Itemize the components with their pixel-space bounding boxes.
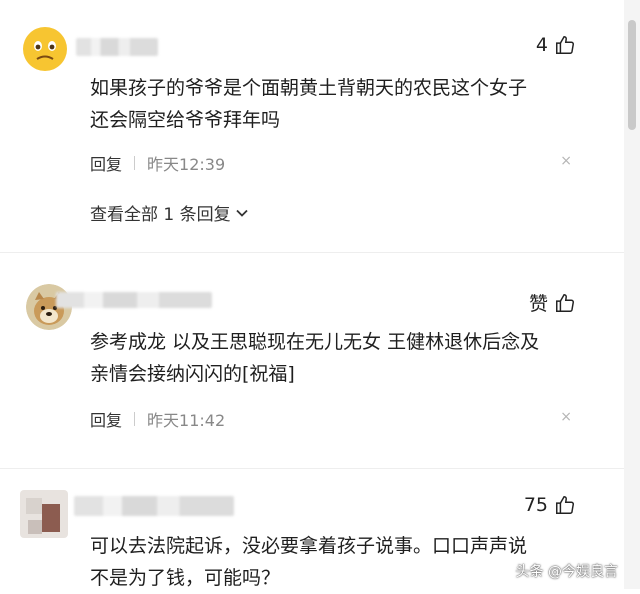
thumbs-up-icon [556, 496, 574, 514]
thumbs-up-icon [556, 293, 574, 312]
comment-text-line: 还会隔空给爷爷拜年吗 [90, 109, 281, 131]
divider [0, 252, 624, 253]
comment-text-line: 参考成龙 以及王思聪现在无儿无女 王健林退休后念及 [90, 331, 540, 353]
view-all-label: 查看全部 1 条回复 [90, 205, 231, 225]
comment-text: 如果孩子的爷爷是个面朝黄土背朝天的农民这个女子 还会隔空给爷爷拜年吗 [90, 72, 590, 136]
comment-text-line: 可以去法院起诉，没必要拿着孩子说事。口口声声说 [90, 535, 528, 557]
timestamp: 昨天12:39 [147, 155, 226, 174]
username-blurred[interactable] [74, 496, 234, 516]
username-blurred[interactable] [76, 38, 158, 56]
comment-item: 赞 参考成龙 以及王思聪现在无儿无女 王健林退休后念及 亲情会接纳闪闪的[祝福]… [0, 260, 640, 460]
avatar-blurred[interactable] [20, 490, 68, 538]
chevron-down-icon [235, 209, 248, 217]
username-blurred[interactable] [56, 292, 212, 308]
like-label: 赞 [528, 293, 548, 315]
comment-text-line: 如果孩子的爷爷是个面朝黄土背朝天的农民这个女子 [90, 77, 528, 99]
close-icon[interactable]: × [560, 153, 572, 169]
reply-button[interactable]: 回复 [90, 151, 122, 175]
timestamp: 昨天11:42 [147, 411, 226, 430]
comment-meta: 回复 昨天11:42 [90, 407, 225, 431]
divider [0, 468, 624, 469]
meta-divider [134, 156, 136, 170]
meta-divider [134, 412, 136, 426]
reply-button[interactable]: 回复 [90, 407, 122, 431]
like-count: 75 [523, 494, 548, 516]
avatar-emoji-face[interactable] [22, 26, 68, 72]
like-button[interactable]: 75 [524, 494, 576, 516]
comment-meta: 回复 昨天12:39 [90, 151, 225, 175]
view-all-replies-link[interactable]: 查看全部 1 条回复 [90, 200, 249, 225]
like-button[interactable]: 赞 [529, 289, 576, 316]
comment-text: 参考成龙 以及王思聪现在无儿无女 王健林退休后念及 亲情会接纳闪闪的[祝福] [90, 326, 590, 390]
close-icon[interactable]: × [560, 409, 572, 425]
like-button[interactable]: 4 [536, 34, 576, 56]
comment-text-line: 亲情会接纳闪闪的[祝福] [90, 363, 295, 385]
comment-text-line: 不是为了钱，可能吗？ [90, 567, 281, 589]
thumbs-up-icon [556, 36, 574, 54]
like-count: 4 [535, 34, 548, 56]
comment-item: 4 如果孩子的爷爷是个面朝黄土背朝天的农民这个女子 还会隔空给爷爷拜年吗 回复 … [0, 0, 640, 250]
watermark: 头条 @今娱良言 [515, 564, 618, 580]
